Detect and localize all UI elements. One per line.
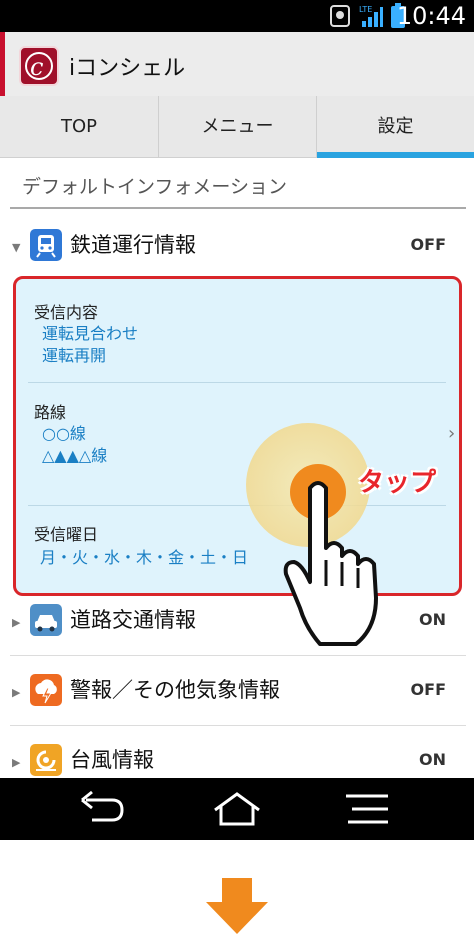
app-title: iコンシェル [69, 56, 186, 81]
tab-menu[interactable]: メニュー [158, 96, 316, 158]
app-bar: c iコンシェル [0, 32, 474, 96]
navigation-bar [0, 778, 474, 840]
svg-text:c: c [30, 53, 43, 81]
back-icon[interactable] [72, 790, 132, 828]
setting-row-road-traffic[interactable]: ▶ 道路交通情報 ON [0, 586, 474, 656]
section-title: デフォルトインフォメーション [22, 176, 288, 198]
expanded-triangle-icon: ▼ [12, 241, 21, 254]
tab-top[interactable]: TOP [0, 96, 158, 158]
setting-row-railway[interactable]: ▼ 鉄道運行情報 OFF [0, 211, 474, 281]
tab-bar: TOP メニュー 設定 [0, 96, 474, 158]
panel-divider [28, 382, 446, 383]
row-label-weather-warning: 警報／その他気象情報 [70, 678, 280, 702]
tab-selected-indicator [317, 152, 474, 158]
row-label-road-traffic: 道路交通情報 [70, 608, 196, 632]
down-arrow-icon [206, 878, 268, 934]
setting-row-weather-warning[interactable]: ▶ 警報／その他気象情報 OFF [0, 656, 474, 726]
receive-days-heading: 受信曜日 [34, 525, 99, 544]
receive-content-heading: 受信内容 [34, 303, 99, 322]
tap-hand-icon [283, 481, 378, 646]
row-state-road-traffic: ON [419, 610, 446, 629]
route-value-1[interactable]: ○○線 [42, 423, 86, 445]
tab-settings[interactable]: 設定 [316, 96, 474, 158]
railway-settings-panel: 受信内容 運転見合わせ 運転再開 路線 ○○線 △▲▲△線 › 受信曜日 月・火… [13, 276, 462, 596]
row-label-typhoon: 台風情報 [70, 748, 154, 772]
lte-signal-icon: LTE [359, 5, 383, 27]
home-icon[interactable] [207, 790, 267, 828]
row-state-weather-warning: OFF [410, 680, 446, 699]
row-state-railway: OFF [410, 235, 446, 254]
receive-content-value-2[interactable]: 運転再開 [42, 345, 106, 367]
lte-label: LTE [359, 5, 372, 14]
weather-warning-icon [30, 674, 62, 706]
tab-top-label: TOP [60, 116, 98, 137]
collapsed-triangle-icon: ▶ [12, 756, 21, 769]
status-time: 10:44 [396, 2, 466, 30]
route-value-2[interactable]: △▲▲△線 [42, 445, 107, 467]
section-divider [10, 207, 466, 209]
menu-icon[interactable] [338, 790, 398, 828]
car-icon [30, 604, 62, 636]
notification-icon [330, 5, 350, 27]
row-state-typhoon: ON [419, 750, 446, 769]
train-icon [30, 229, 62, 261]
collapsed-triangle-icon: ▶ [12, 616, 21, 629]
receive-content-value-1[interactable]: 運転見合わせ [42, 323, 138, 345]
receive-days-value[interactable]: 月・火・水・木・金・土・日 [40, 547, 248, 569]
tab-settings-label: 設定 [377, 116, 414, 137]
status-bar: LTE 10:44 [0, 0, 474, 32]
chevron-right-icon[interactable]: › [448, 423, 455, 444]
tab-menu-label: メニュー [201, 116, 274, 137]
row-label-railway: 鉄道運行情報 [70, 233, 196, 257]
iconcier-logo-icon: c [19, 46, 59, 86]
collapsed-triangle-icon: ▶ [12, 686, 21, 699]
typhoon-icon [30, 744, 62, 776]
route-heading: 路線 [34, 403, 67, 422]
